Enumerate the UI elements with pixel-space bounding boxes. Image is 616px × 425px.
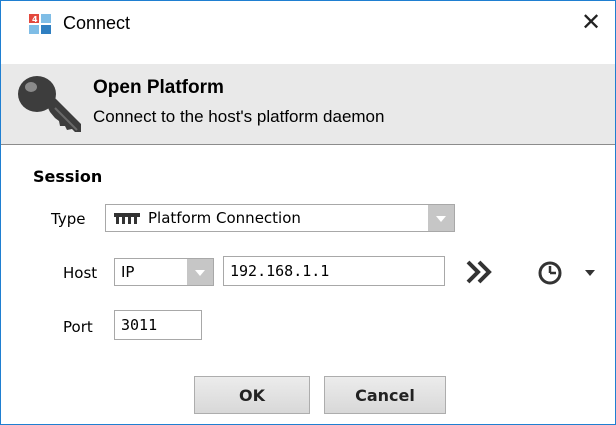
svg-text:4: 4 [32, 15, 38, 24]
app-icon: 4 [29, 14, 51, 34]
port-input[interactable] [114, 310, 202, 340]
ok-button[interactable]: OK [194, 376, 310, 414]
type-dropdown[interactable]: Platform Connection [105, 204, 455, 232]
key-icon [18, 76, 81, 132]
chevron-down-icon[interactable] [585, 270, 595, 276]
close-icon: ✕ [580, 8, 602, 36]
connect-dialog: 4 Connect ✕ Open Platform Connect to the… [0, 0, 616, 425]
host-mode-value: IP [121, 263, 135, 281]
chevron-down-icon[interactable] [187, 259, 213, 285]
type-value: Platform Connection [148, 209, 301, 227]
connect-chevrons-icon[interactable] [465, 259, 495, 285]
chevron-down-icon[interactable] [428, 205, 454, 231]
session-section-label: Session [33, 167, 103, 186]
host-mode-dropdown[interactable]: IP [114, 258, 214, 286]
type-label: Type [51, 210, 86, 228]
cancel-button[interactable]: Cancel [324, 376, 446, 414]
history-icon[interactable] [537, 260, 563, 286]
port-label: Port [63, 318, 93, 336]
host-address-input[interactable] [223, 256, 445, 286]
window-title: Connect [63, 13, 131, 33]
close-button[interactable]: ✕ [567, 1, 615, 43]
title-bar: 4 Connect ✕ [1, 1, 615, 43]
header-title: Open Platform [93, 77, 224, 98]
platform-connection-icon [114, 213, 140, 224]
host-label: Host [63, 264, 98, 282]
header-subtitle: Connect to the host's platform daemon [93, 107, 385, 126]
header-banner: Open Platform Connect to the host's plat… [1, 64, 615, 145]
